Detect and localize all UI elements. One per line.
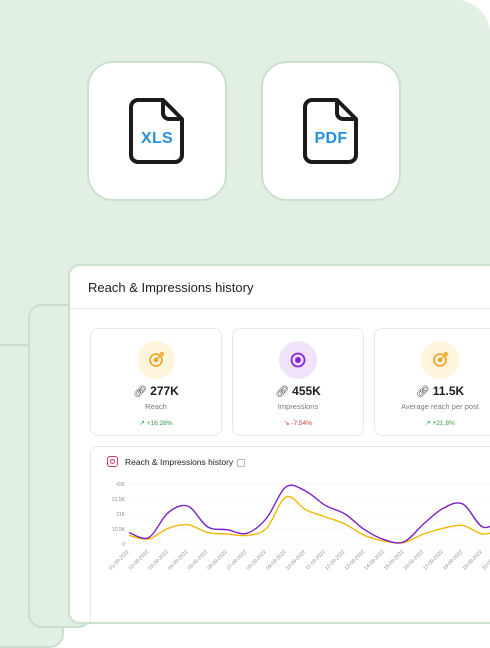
impressions-label: Impressions bbox=[277, 402, 319, 411]
x-tick-label: 03-09-2022 bbox=[147, 549, 169, 571]
reach-value: 277K bbox=[150, 384, 179, 398]
xls-file-icon: XLS bbox=[129, 97, 185, 165]
reach-series-line bbox=[128, 495, 490, 544]
reach-change: ↗ +16.28% bbox=[139, 420, 173, 427]
link-icon: 🔗︎ bbox=[133, 386, 148, 398]
link-icon: 🔗︎ bbox=[415, 386, 430, 398]
x-tick-label: 18-09-2022 bbox=[442, 549, 464, 571]
y-tick-label: 21K bbox=[116, 512, 126, 518]
y-tick-label: 0 bbox=[122, 542, 125, 548]
export-xls-button[interactable]: XLS bbox=[87, 61, 227, 201]
x-tick-label: 14-09-2022 bbox=[363, 549, 385, 571]
metric-impressions: 🔗︎ 455K Impressions ↘ -7.54% bbox=[232, 328, 364, 436]
y-tick-label: 42K bbox=[116, 482, 126, 488]
impressions-icon bbox=[279, 341, 317, 379]
pdf-label: PDF bbox=[314, 130, 348, 147]
metric-reach: 🔗︎ 277K Reach ↗ +16.28% bbox=[90, 328, 222, 436]
x-tick-label: 07-09-2022 bbox=[226, 549, 248, 571]
line-chart: 42K31.5K21K10.5K001-09-202202-09-202203-… bbox=[108, 482, 490, 572]
avg-reach-value: 11.5K bbox=[432, 384, 465, 398]
link-icon: 🔗︎ bbox=[275, 386, 290, 398]
impressions-value: 455K bbox=[292, 384, 321, 398]
reach-label: Reach bbox=[145, 402, 167, 411]
export-pdf-button[interactable]: PDF bbox=[261, 61, 401, 201]
impressions-change: ↘ -7.54% bbox=[284, 420, 312, 427]
y-tick-label: 10.5K bbox=[112, 527, 126, 533]
card-title: Reach & Impressions history bbox=[88, 280, 254, 295]
divider bbox=[70, 308, 490, 309]
reach-impressions-card: Reach & Impressions history 🔗︎ 277K Reach… bbox=[68, 264, 490, 624]
reach-icon bbox=[137, 341, 175, 379]
avg-reach-change: ↗ +21.8% bbox=[425, 420, 455, 427]
x-tick-label: 10-09-2022 bbox=[285, 549, 307, 571]
metric-avg-reach: 🔗︎ 11.5K Average reach per post ↗ +21.8% bbox=[374, 328, 490, 436]
avg-reach-label: Average reach per post bbox=[401, 402, 479, 411]
history-chart-panel: Reach & Impressions history 42K 31.5K 21K 1… bbox=[90, 446, 490, 622]
pdf-file-icon: PDF bbox=[303, 97, 359, 165]
xls-label: XLS bbox=[140, 130, 174, 147]
y-tick-label: 31.5K bbox=[112, 497, 126, 503]
avg-reach-icon bbox=[421, 341, 459, 379]
